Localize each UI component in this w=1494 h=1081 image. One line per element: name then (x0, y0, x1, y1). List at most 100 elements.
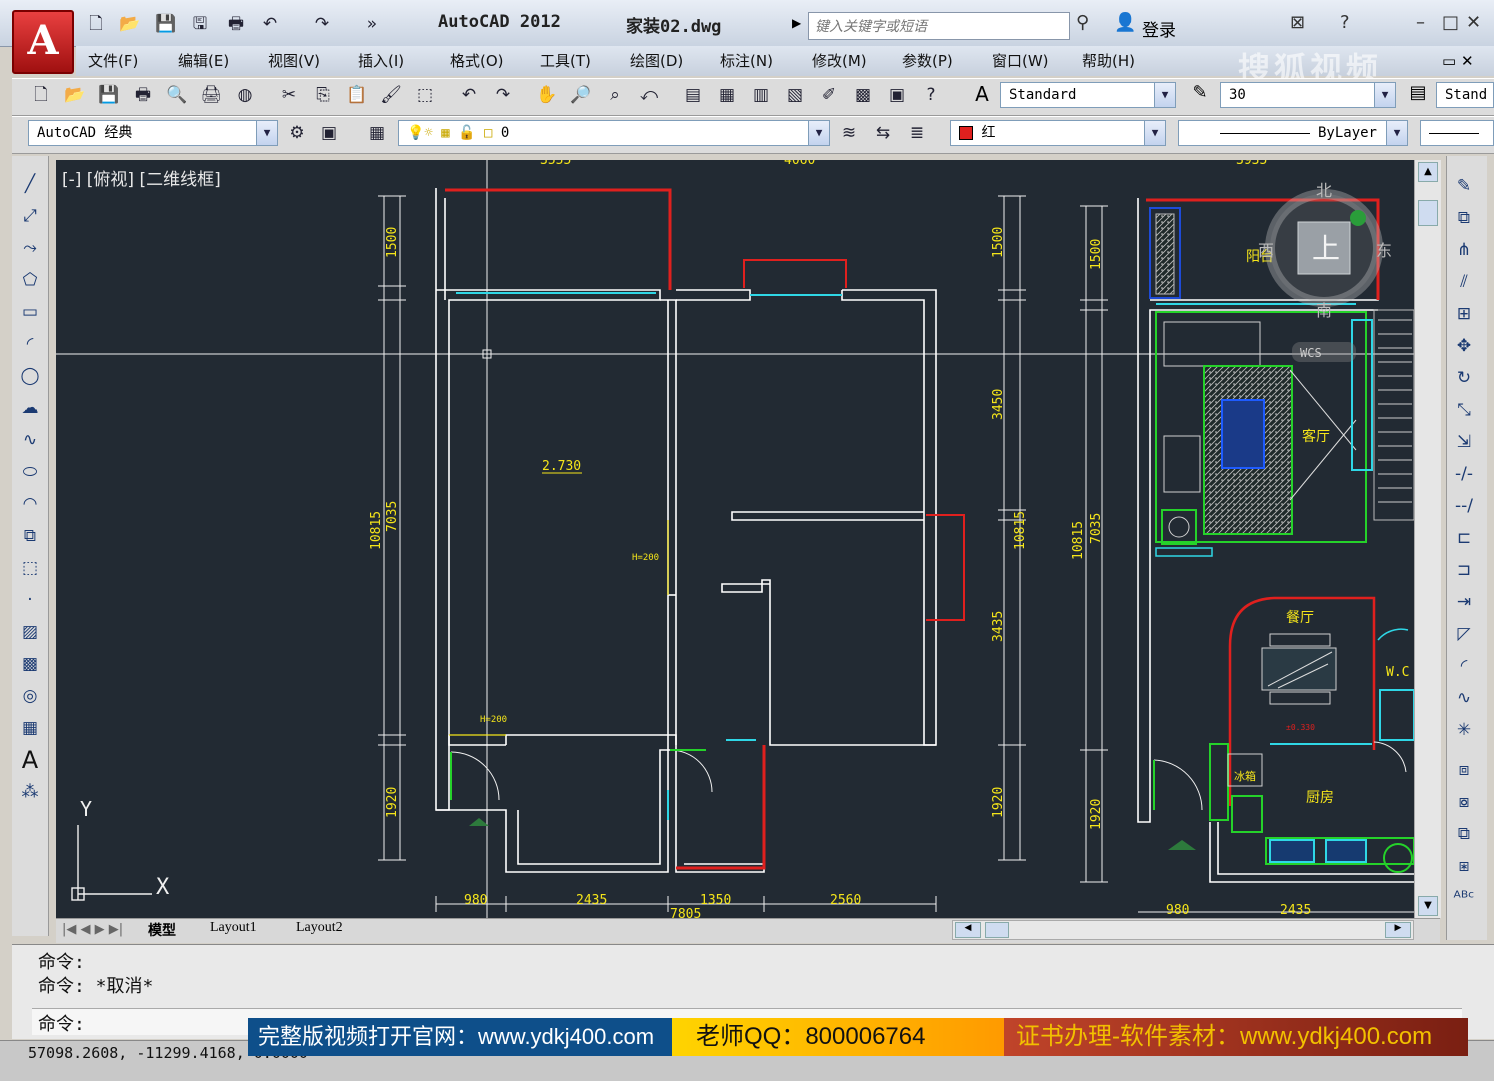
copy-icon[interactable]: ⎘ (310, 82, 336, 108)
make-block-icon[interactable]: ⬚ (16, 554, 44, 582)
menu-item-6[interactable]: 绘图(D) (630, 50, 683, 71)
menu-item-9[interactable]: 参数(P) (902, 50, 953, 71)
design-center-icon[interactable]: ▦ (714, 82, 740, 108)
menu-item-10[interactable]: 窗口(W) (992, 50, 1049, 71)
markup-icon[interactable]: ✐ (816, 82, 842, 108)
scale-icon[interactable]: ⤡ (1450, 396, 1478, 424)
gear-icon[interactable]: ⚙ (284, 120, 310, 146)
open-icon[interactable]: 📂 (118, 12, 142, 36)
drawing-canvas[interactable]: 3555 4060 1500 7035 10815 1920 1500 3450… (56, 160, 1414, 918)
rectangle-icon[interactable]: ▭ (16, 298, 44, 326)
blend-icon[interactable]: ∿ (1450, 684, 1478, 712)
trim-icon[interactable]: -/- (1450, 460, 1478, 488)
block-editor-icon[interactable]: ⬚ (412, 82, 438, 108)
undo-icon[interactable]: ↶ (456, 82, 482, 108)
ad-banner-qq[interactable]: 老师QQ：800006764 (672, 1018, 1004, 1056)
mtext-icon[interactable]: A (16, 746, 44, 774)
more-icon[interactable]: » (360, 12, 384, 36)
layer-previous-icon[interactable]: ⇆ (870, 120, 896, 146)
menu-item-1[interactable]: 编辑(E) (178, 50, 229, 71)
scroll-left-icon[interactable]: ◀ (955, 922, 981, 938)
insert-block-icon[interactable]: ⧉ (16, 522, 44, 550)
match-properties-icon[interactable]: 🖌 (378, 82, 404, 108)
scroll-right-icon[interactable]: ▶ (1385, 922, 1411, 938)
layer-properties-icon[interactable]: ▦ (364, 120, 390, 146)
menu-item-4[interactable]: 格式(O) (450, 50, 504, 71)
circle-icon[interactable]: ◯ (16, 362, 44, 390)
copy-object-icon[interactable]: ⧉ (1450, 204, 1478, 232)
ellipse-icon[interactable]: ⬭ (16, 458, 44, 486)
user-icon[interactable]: 👤 (1114, 12, 1136, 33)
print-icon[interactable]: 🖶 (224, 12, 248, 36)
save-icon[interactable]: 💾 (154, 12, 178, 36)
draworder-below-icon[interactable]: ⧆ (1450, 852, 1478, 880)
layer-states-icon[interactable]: ≣ (904, 120, 930, 146)
print-icon[interactable]: 🖶 (130, 82, 156, 108)
menu-item-5[interactable]: 工具(T) (540, 50, 591, 71)
signin-link[interactable]: 登录 (1142, 16, 1176, 41)
viewcube-south[interactable]: 南 (1316, 301, 1332, 320)
point-icon[interactable]: · (16, 586, 44, 614)
workspace-settings-icon[interactable]: ▣ (316, 120, 342, 146)
viewcube-wcs[interactable]: WCS (1300, 346, 1322, 360)
tab-model[interactable]: 模型 (148, 920, 176, 940)
ellipse-arc-icon[interactable]: ◠ (16, 490, 44, 518)
draworder-front-icon[interactable]: ⧈ (1450, 756, 1478, 784)
draworder-above-icon[interactable]: ⧉ (1450, 820, 1478, 848)
hatch-icon[interactable]: ▨ (16, 618, 44, 646)
chevron-down-icon[interactable]: ▼ (808, 121, 829, 145)
scroll-thumb[interactable] (1418, 200, 1438, 226)
exchange-icon[interactable]: ⊠ (1290, 12, 1305, 33)
new-icon[interactable]: 🗋 (84, 12, 108, 36)
hscroll-thumb[interactable] (985, 922, 1009, 938)
array-icon[interactable]: ⊞ (1450, 300, 1478, 328)
application-menu-button[interactable]: A (12, 10, 74, 74)
dim-style-select[interactable]: 30 ▼ (1220, 82, 1396, 108)
offset-icon[interactable]: ⫽ (1450, 268, 1478, 296)
save-icon[interactable]: 💾 (96, 82, 122, 108)
menu-item-7[interactable]: 标注(N) (720, 50, 773, 71)
help-icon[interactable]: ? (918, 82, 944, 108)
menu-item-0[interactable]: 文件(F) (88, 50, 138, 71)
chevron-down-icon[interactable]: ▼ (1144, 121, 1165, 145)
viewcube-west[interactable]: 西 (1258, 241, 1274, 260)
search-expand-icon[interactable]: ▶ (792, 16, 801, 30)
ad-banner-website[interactable]: 完整版视频打开官网：www.ydkj400.com (248, 1018, 672, 1056)
minimize-button[interactable]: – (1416, 12, 1425, 33)
ad-banner-cert[interactable]: 证书办理-软件素材：www.ydkj400.com (1004, 1018, 1468, 1056)
chevron-down-icon[interactable]: ▼ (1374, 83, 1395, 107)
extend-icon[interactable]: --/ (1450, 492, 1478, 520)
undo-icon[interactable]: ↶ (258, 12, 282, 36)
quickcalc-icon[interactable]: ▩ (850, 82, 876, 108)
new-icon[interactable]: 🗋 (28, 82, 54, 108)
chamfer-icon[interactable]: ◸ (1450, 620, 1478, 648)
table-icon[interactable]: ▦ (16, 714, 44, 742)
sheet-set-icon[interactable]: ▧ (782, 82, 808, 108)
close-button[interactable]: ✕ (1466, 12, 1481, 33)
table-style-select[interactable]: Stand (1436, 82, 1494, 108)
menu-item-8[interactable]: 修改(M) (812, 50, 867, 71)
spline-icon[interactable]: ∿ (16, 426, 44, 454)
pan-icon[interactable]: ✋ (534, 82, 560, 108)
construction-line-icon[interactable]: ⤢ (16, 202, 44, 230)
text-style-select[interactable]: Standard ▼ (1000, 82, 1176, 108)
revision-cloud-icon[interactable]: ☁ (16, 394, 44, 422)
cut-icon[interactable]: ✂ (276, 82, 302, 108)
save-as-icon[interactable]: 🖫 (188, 12, 212, 36)
table-style-icon[interactable]: ▤ (1404, 82, 1432, 110)
fillet-icon[interactable]: ◜ (1450, 652, 1478, 680)
mirror-icon[interactable]: ⋔ (1450, 236, 1478, 264)
draworder-back-icon[interactable]: ⧇ (1450, 788, 1478, 816)
menu-item-3[interactable]: 插入(I) (358, 50, 404, 71)
move-icon[interactable]: ✥ (1450, 332, 1478, 360)
rotate-icon[interactable]: ↻ (1450, 364, 1478, 392)
dim-style-icon[interactable]: ✎ (1186, 82, 1214, 110)
chevron-down-icon[interactable]: ▼ (256, 121, 277, 145)
tool-palettes-icon[interactable]: ▥ (748, 82, 774, 108)
make-current-layer-icon[interactable]: ≋ (836, 120, 862, 146)
tab-layout1[interactable]: Layout1 (210, 920, 257, 936)
viewcube-top[interactable]: 上 (1312, 232, 1340, 265)
menu-item-2[interactable]: 视图(V) (268, 50, 320, 71)
add-selected-icon[interactable]: ⁂ (16, 778, 44, 806)
explode-icon[interactable]: ✳ (1450, 716, 1478, 744)
